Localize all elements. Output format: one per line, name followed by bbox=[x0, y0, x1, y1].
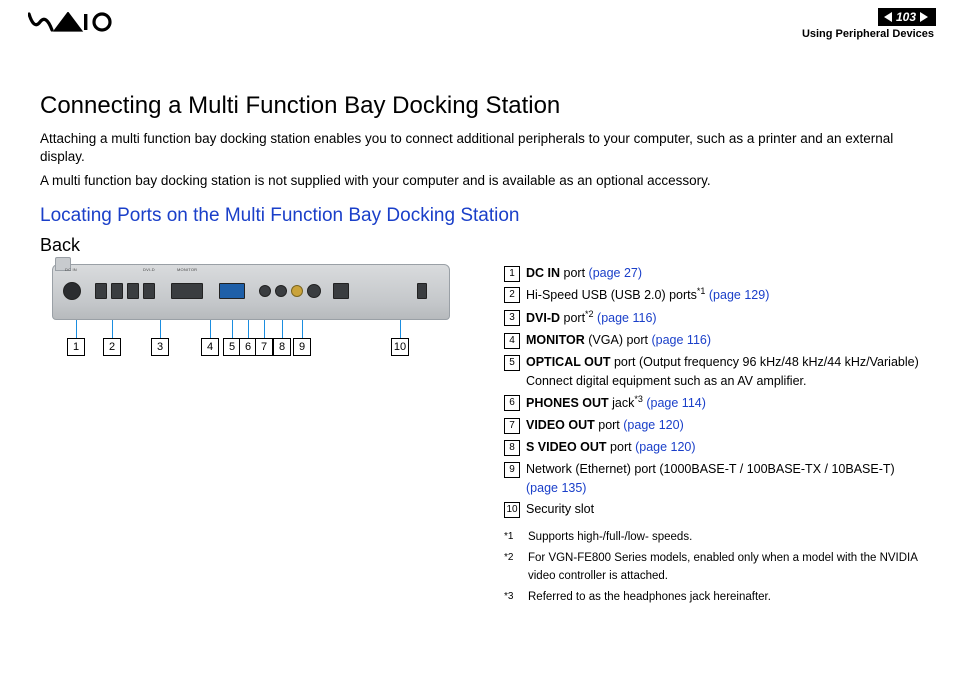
legend-text: DVI-D port*2 (page 116) bbox=[526, 308, 919, 328]
page-number: 103 bbox=[896, 10, 916, 24]
page-title: Connecting a Multi Function Bay Docking … bbox=[40, 92, 919, 120]
legend-text: S VIDEO OUT port (page 120) bbox=[526, 438, 919, 457]
legend-number-box: 4 bbox=[504, 333, 520, 349]
callout-line bbox=[76, 320, 77, 338]
dc-in-port-icon bbox=[63, 282, 81, 300]
legend-item: 4 MONITOR (VGA) port (page 116) bbox=[504, 331, 919, 350]
legend-number-box: 7 bbox=[504, 418, 520, 434]
legend-item: 10 Security slot bbox=[504, 500, 919, 519]
page-number-tab: 103 bbox=[878, 8, 936, 26]
callout-line bbox=[232, 320, 233, 338]
footnote-text: Referred to as the headphones jack herei… bbox=[528, 589, 771, 606]
docking-station-diagram: DC IN DVI-D MONITOR bbox=[44, 264, 456, 360]
s-video-out-icon bbox=[307, 284, 321, 298]
page-link[interactable]: (page 116) bbox=[651, 333, 711, 347]
page-link[interactable]: (page 116) bbox=[594, 311, 657, 325]
video-out-icon bbox=[291, 285, 303, 297]
callout-number: 8 bbox=[273, 338, 291, 356]
legend-text: OPTICAL OUT port (Output frequency 96 kH… bbox=[526, 353, 919, 391]
page-link[interactable]: (page 114) bbox=[643, 397, 706, 411]
legend-text: VIDEO OUT port (page 120) bbox=[526, 416, 919, 435]
legend-text: MONITOR (VGA) port (page 116) bbox=[526, 331, 919, 350]
legend-number-box: 8 bbox=[504, 440, 520, 456]
phones-out-icon bbox=[275, 285, 287, 297]
page-link[interactable]: (page 27) bbox=[589, 266, 643, 280]
legend-text: DC IN port (page 27) bbox=[526, 264, 919, 283]
footnote: *2 For VGN-FE800 Series models, enabled o… bbox=[504, 550, 919, 585]
usb-port-icon bbox=[127, 283, 139, 299]
legend-item: 7 VIDEO OUT port (page 120) bbox=[504, 416, 919, 435]
callout-line bbox=[248, 320, 249, 338]
callout-line bbox=[210, 320, 211, 338]
legend-text: PHONES OUT jack*3 (page 114) bbox=[526, 393, 919, 413]
legend-text: Network (Ethernet) port (1000BASE-T / 10… bbox=[526, 460, 919, 498]
legend-item: 8 S VIDEO OUT port (page 120) bbox=[504, 438, 919, 457]
legend-number-box: 6 bbox=[504, 395, 520, 411]
legend-item: 6 PHONES OUT jack*3 (page 114) bbox=[504, 393, 919, 413]
sub-heading: Back bbox=[40, 235, 919, 256]
security-slot-icon bbox=[417, 283, 427, 299]
page-link[interactable]: (page 135) bbox=[526, 481, 586, 495]
footnote-mark: *3 bbox=[504, 589, 518, 604]
legend-number-box: 2 bbox=[504, 287, 520, 303]
callout-line bbox=[400, 320, 401, 338]
legend-text: Security slot bbox=[526, 500, 919, 519]
legend-item: 1 DC IN port (page 27) bbox=[504, 264, 919, 283]
callout-line bbox=[302, 320, 303, 338]
callout-line bbox=[112, 320, 113, 338]
page-link[interactable]: (page 120) bbox=[635, 440, 695, 454]
callout-number: 2 bbox=[103, 338, 121, 356]
legend-item: 2 Hi-Speed USB (USB 2.0) ports*1 (page 12… bbox=[504, 285, 919, 305]
footnote: *3 Referred to as the headphones jack her… bbox=[504, 589, 919, 606]
legend-number-box: 10 bbox=[504, 502, 520, 518]
footnote-text: Supports high-/full-/low- speeds. bbox=[528, 529, 692, 546]
page-link[interactable]: (page 120) bbox=[623, 418, 683, 432]
optical-out-icon bbox=[259, 285, 271, 297]
legend-number-box: 5 bbox=[504, 355, 520, 371]
callout-line bbox=[160, 320, 161, 338]
usb-port-icon bbox=[95, 283, 107, 299]
footnote: *1 Supports high-/full-/low- speeds. bbox=[504, 529, 919, 546]
dvi-port-icon bbox=[171, 283, 203, 299]
legend-number-box: 1 bbox=[504, 266, 520, 282]
prev-page-arrow-icon[interactable] bbox=[884, 12, 892, 22]
vaio-logo-icon bbox=[28, 12, 116, 35]
intro-text-2: A multi function bay docking station is … bbox=[40, 172, 919, 190]
legend-item: 9 Network (Ethernet) port (1000BASE-T / 1… bbox=[504, 460, 919, 498]
legend-number-box: 9 bbox=[504, 462, 520, 478]
callout-number: 4 bbox=[201, 338, 219, 356]
section-heading: Locating Ports on the Multi Function Bay… bbox=[40, 205, 919, 227]
callout-number: 1 bbox=[67, 338, 85, 356]
callout-number: 10 bbox=[391, 338, 409, 356]
callout-line bbox=[264, 320, 265, 338]
page-link[interactable]: (page 129) bbox=[705, 289, 769, 303]
callout-line bbox=[282, 320, 283, 338]
usb-port-icon bbox=[143, 283, 155, 299]
breadcrumb: Using Peripheral Devices bbox=[802, 28, 934, 40]
callout-number: 9 bbox=[293, 338, 311, 356]
callout-number: 7 bbox=[255, 338, 273, 356]
legend-item: 3 DVI-D port*2 (page 116) bbox=[504, 308, 919, 328]
legend-item: 5 OPTICAL OUT port (Output frequency 96 k… bbox=[504, 353, 919, 391]
vga-port-icon bbox=[219, 283, 245, 299]
ethernet-port-icon bbox=[333, 283, 349, 299]
footnote-mark: *2 bbox=[504, 550, 518, 565]
usb-port-icon bbox=[111, 283, 123, 299]
next-page-arrow-icon[interactable] bbox=[920, 12, 928, 22]
intro-text-1: Attaching a multi function bay docking s… bbox=[40, 130, 919, 166]
footnote-mark: *1 bbox=[504, 529, 518, 544]
callout-number: 3 bbox=[151, 338, 169, 356]
footnote-text: For VGN-FE800 Series models, enabled onl… bbox=[528, 550, 919, 585]
legend-number-box: 3 bbox=[504, 310, 520, 326]
legend-text: Hi-Speed USB (USB 2.0) ports*1 (page 129… bbox=[526, 285, 919, 305]
